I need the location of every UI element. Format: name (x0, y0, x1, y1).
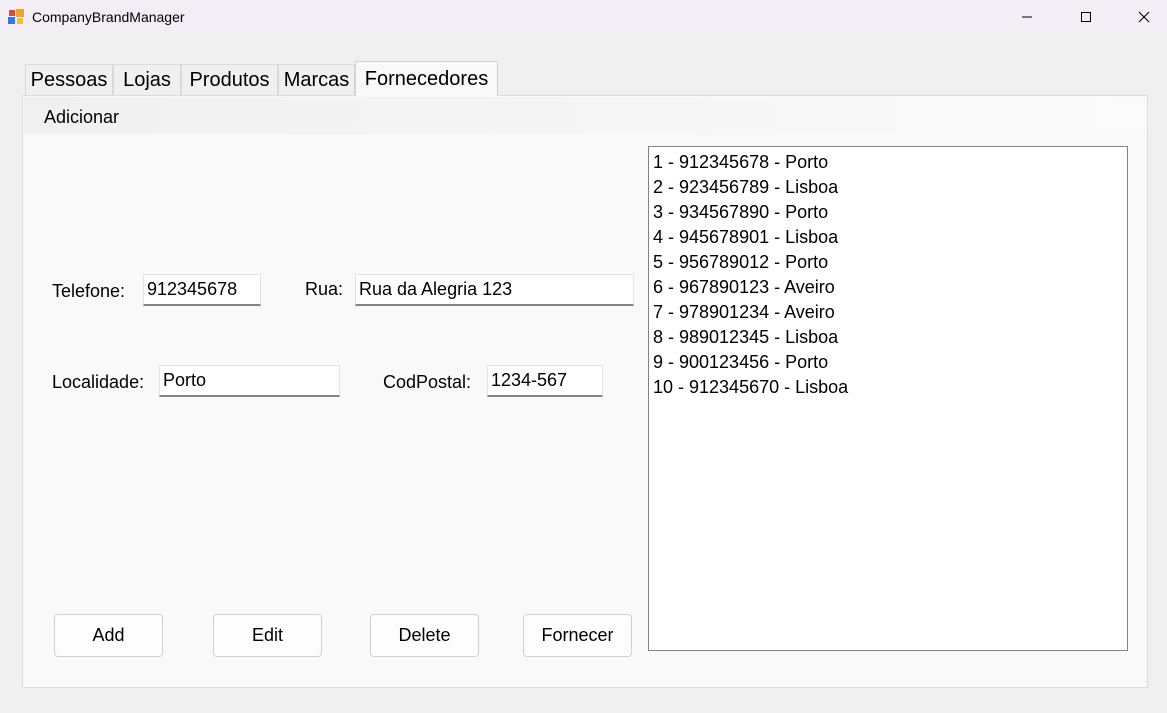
list-item[interactable]: 8 - 989012345 - Lisboa (653, 325, 1127, 350)
localidade-input[interactable]: Porto (159, 365, 340, 397)
list-item[interactable]: 2 - 923456789 - Lisboa (653, 175, 1127, 200)
maximize-icon (1080, 11, 1092, 23)
list-item[interactable]: 5 - 956789012 - Porto (653, 250, 1127, 275)
list-item[interactable]: 3 - 934567890 - Porto (653, 200, 1127, 225)
telefone-input[interactable]: 912345678 (143, 274, 261, 306)
list-item[interactable]: 1 - 912345678 - Porto (653, 150, 1127, 175)
edit-button[interactable]: Edit (213, 614, 322, 657)
list-item[interactable]: 10 - 912345670 - Lisboa (653, 375, 1127, 400)
delete-button[interactable]: Delete (370, 614, 479, 657)
window-title: CompanyBrandManager (32, 9, 185, 25)
fornecedores-listbox[interactable]: 1 - 912345678 - Porto 2 - 923456789 - Li… (648, 146, 1128, 651)
tab-marcas[interactable]: Marcas (278, 64, 355, 95)
menu-strip: Adicionar (24, 97, 1146, 134)
tab-pessoas[interactable]: Pessoas (25, 64, 113, 95)
fornecer-button[interactable]: Fornecer (523, 614, 632, 657)
app-icon (8, 9, 24, 25)
list-item[interactable]: 7 - 978901234 - Aveiro (653, 300, 1127, 325)
rua-input[interactable]: Rua da Alegria 123 (355, 274, 634, 306)
codpostal-label: CodPostal: (383, 372, 472, 392)
add-button[interactable]: Add (54, 614, 163, 657)
maximize-button[interactable] (1057, 0, 1115, 34)
close-button[interactable] (1115, 0, 1167, 34)
list-item[interactable]: 6 - 967890123 - Aveiro (653, 275, 1127, 300)
list-item[interactable]: 9 - 900123456 - Porto (653, 350, 1127, 375)
tab-produtos[interactable]: Produtos (181, 64, 278, 95)
list-item[interactable]: 4 - 945678901 - Lisboa (653, 225, 1127, 250)
tab-lojas[interactable]: Lojas (113, 64, 181, 95)
close-icon (1138, 11, 1150, 23)
minimize-button[interactable] (998, 0, 1056, 34)
menu-adicionar[interactable]: Adicionar (44, 107, 119, 128)
codpostal-input[interactable]: 1234-567 (487, 365, 603, 397)
minimize-icon (1021, 11, 1033, 23)
title-bar: CompanyBrandManager (0, 0, 1167, 36)
telefone-label: Telefone: (52, 281, 126, 301)
rua-label: Rua: (305, 279, 344, 299)
localidade-label: Localidade: (52, 372, 145, 392)
tab-fornecedores[interactable]: Fornecedores (355, 61, 498, 96)
